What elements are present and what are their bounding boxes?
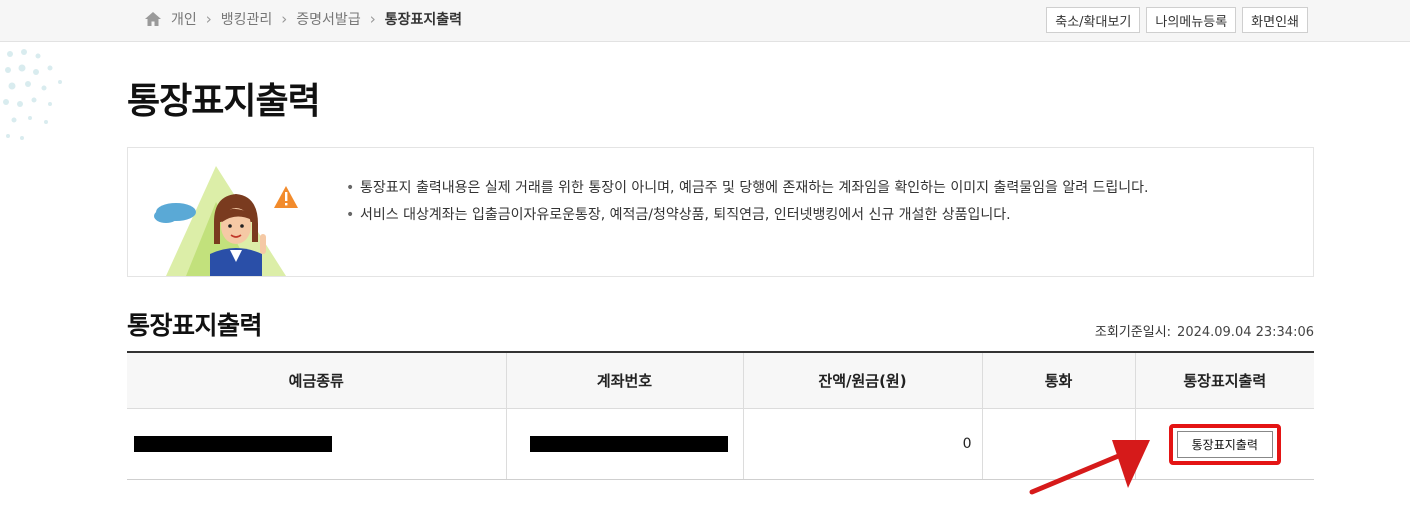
as-of-label: 조회기준일시: bbox=[1094, 325, 1172, 340]
cell-print: 통장표지출력 bbox=[1135, 408, 1314, 480]
header-print: 통장표지출력 bbox=[1135, 352, 1314, 409]
breadcrumb-item-personal[interactable]: 개인 bbox=[171, 9, 197, 29]
notice-item: 통장표지 출력내용은 실제 거래를 위한 통장이 아니며, 예금주 및 당행에 … bbox=[346, 175, 1266, 202]
header-balance: 잔액/원금(원) bbox=[743, 352, 983, 409]
section-title: 통장표지출력 bbox=[127, 311, 263, 340]
page-title: 통장표지출력 bbox=[127, 81, 321, 122]
header-currency: 통화 bbox=[982, 352, 1136, 409]
chevron-right-icon: › bbox=[369, 10, 376, 28]
chevron-right-icon: › bbox=[205, 10, 212, 28]
notice-item: 서비스 대상계좌는 입출금이자유로운통장, 예적금/청약상품, 퇴직연금, 인터… bbox=[346, 202, 1266, 229]
highlight-box: 통장표지출력 bbox=[1168, 423, 1281, 465]
notice-list: 통장표지 출력내용은 실제 거래를 위한 통장이 아니며, 예금주 및 당행에 … bbox=[346, 175, 1266, 229]
decorative-dot-pattern bbox=[3, 49, 62, 140]
breadcrumb: 개인 › 뱅킹관리 › 증명서발급 › 통장표지출력 bbox=[144, 8, 462, 30]
zoom-button[interactable]: 축소/확대보기 bbox=[1046, 7, 1141, 33]
warning-icon bbox=[274, 186, 298, 208]
my-menu-button[interactable]: 나의메뉴등록 bbox=[1146, 7, 1237, 33]
header-deposit-type: 예금종류 bbox=[127, 352, 507, 409]
cell-account-number bbox=[506, 408, 744, 480]
cell-balance: 0 bbox=[743, 408, 983, 480]
arrow-icon bbox=[1029, 440, 1150, 495]
as-of-value: 2024.09.04 23:34:06 bbox=[1177, 325, 1314, 340]
breadcrumb-item-banking[interactable]: 뱅킹관리 bbox=[221, 9, 273, 29]
top-bar: 개인 › 뱅킹관리 › 증명서발급 › 통장표지출력 축소/확대보기 나의메뉴등… bbox=[0, 0, 1410, 42]
passbook-cover-print-button[interactable]: 통장표지출력 bbox=[1176, 430, 1273, 458]
support-agent-illustration bbox=[154, 166, 298, 276]
chevron-right-icon: › bbox=[281, 10, 288, 28]
header-account-number: 계좌번호 bbox=[506, 352, 744, 409]
top-buttons: 축소/확대보기 나의메뉴등록 화면인쇄 bbox=[1046, 7, 1308, 33]
home-icon[interactable] bbox=[144, 11, 162, 27]
cell-deposit-type bbox=[127, 408, 507, 480]
breadcrumb-current: 통장표지출력 bbox=[384, 12, 462, 28]
notice-box: 통장표지 출력내용은 실제 거래를 위한 통장이 아니며, 예금주 및 당행에 … bbox=[127, 147, 1314, 277]
redacted-deposit-type bbox=[134, 436, 332, 452]
as-of-datetime: 조회기준일시: 2024.09.04 23:34:06 bbox=[1095, 321, 1314, 340]
breadcrumb-item-certificate[interactable]: 증명서발급 bbox=[296, 9, 360, 29]
redacted-account-number bbox=[529, 436, 728, 452]
table-header-row: 예금종류 계좌번호 잔액/원금(원) 통화 통장표지출력 bbox=[127, 352, 1314, 409]
print-screen-button[interactable]: 화면인쇄 bbox=[1242, 7, 1308, 33]
